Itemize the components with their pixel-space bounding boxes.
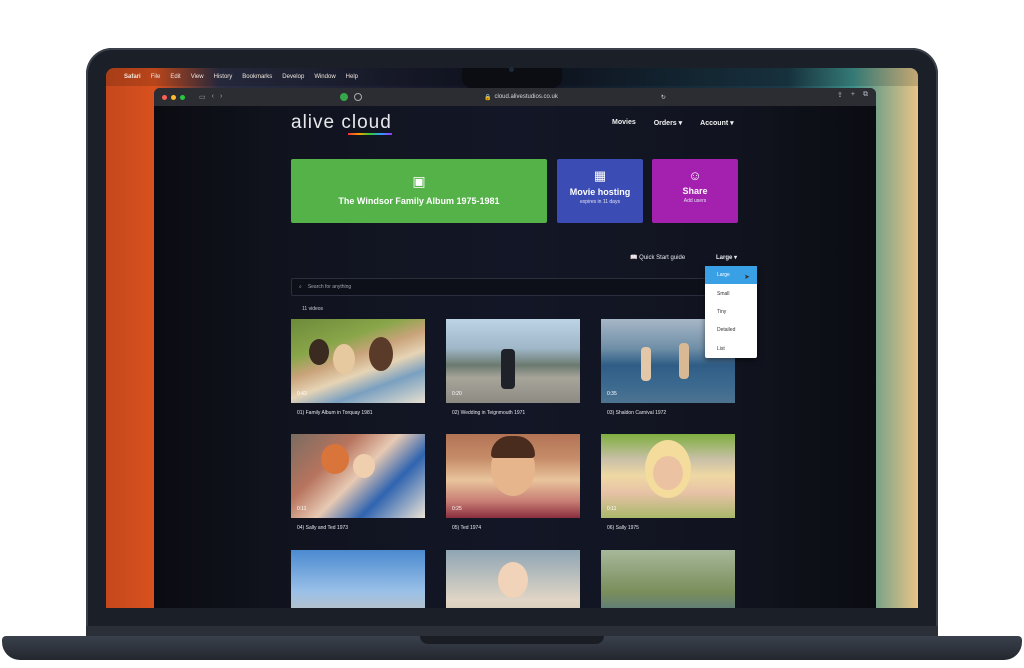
video-thumbnail[interactable]: [446, 550, 580, 608]
video-thumbnail[interactable]: [291, 550, 425, 608]
video-card[interactable]: [291, 550, 425, 608]
share-sub: Add users: [683, 198, 707, 204]
video-count: 11 videos: [302, 306, 324, 312]
video-title[interactable]: 05) Ted 1974: [446, 525, 580, 531]
laptop-groove: [420, 636, 604, 644]
video-card[interactable]: 0:11 04) Sally and Ted 1973: [291, 434, 425, 531]
video-title[interactable]: 04) Sally and Ted 1973: [291, 525, 425, 531]
video-duration: 0:35: [607, 391, 617, 397]
video-thumbnail[interactable]: 0:43: [291, 319, 425, 403]
video-thumbnail[interactable]: 0:25: [446, 434, 580, 518]
caret-down-icon: ▾: [678, 120, 683, 127]
share-icon[interactable]: ⇪: [837, 91, 843, 99]
movie-hosting-label: Movie hosting: [569, 187, 631, 197]
film-icon: ▣: [412, 173, 426, 189]
video-card[interactable]: [446, 550, 580, 608]
site-logo[interactable]: alive cloud: [291, 112, 392, 134]
lock-icon: 🔒: [484, 94, 492, 101]
video-thumbnail[interactable]: 0:11: [291, 434, 425, 518]
share-tile[interactable]: ☺ Share Add users: [652, 159, 738, 223]
dropdown-option-list[interactable]: List: [705, 340, 757, 358]
video-duration: 0:20: [452, 391, 462, 397]
web-page: alive cloud Movies Orders ▾ Account ▾ ▣ …: [154, 106, 876, 608]
video-card[interactable]: 0:20 02) Wedding in Teignmouth 1971: [446, 319, 580, 416]
menu-bookmarks[interactable]: Bookmarks: [242, 74, 272, 80]
video-duration: 0:25: [452, 506, 462, 512]
nav-orders[interactable]: Orders ▾: [654, 119, 682, 127]
browser-toolbar: ▭ ‹ › 🔒 cloud.alivestudios.co.uk ↻ ⇪ + ⧉: [154, 88, 876, 106]
nav-orders-label: Orders: [653, 120, 677, 127]
movie-hosting-expiry: expires in 11 days: [580, 199, 620, 205]
back-icon[interactable]: ‹: [212, 93, 214, 101]
menu-history[interactable]: History: [214, 74, 233, 80]
quick-start-link[interactable]: 📖 Quick Start guide: [630, 254, 685, 261]
video-card[interactable]: 0:11 06) Sally 1975: [601, 434, 735, 531]
quick-start-label: Quick Start guide: [639, 255, 686, 261]
menu-safari[interactable]: Safari: [124, 74, 141, 80]
video-title[interactable]: 02) Wedding in Teignmouth 1971: [446, 410, 580, 416]
privacy-icon[interactable]: [354, 93, 362, 101]
reload-icon[interactable]: ↻: [661, 94, 666, 101]
share-label: Share: [682, 186, 708, 196]
site-nav: Movies Orders ▾ Account ▾: [612, 119, 734, 127]
video-duration: 0:11: [607, 506, 617, 512]
nav-account-label: Account: [700, 120, 729, 127]
camera-icon: [509, 67, 514, 72]
book-icon: 📖: [630, 255, 638, 261]
caret-down-icon: ▾: [734, 255, 738, 261]
video-thumbnail[interactable]: 0:11: [601, 434, 735, 518]
video-thumbnail[interactable]: [601, 550, 735, 608]
menu-window[interactable]: Window: [314, 74, 335, 80]
forward-icon[interactable]: ›: [220, 93, 222, 101]
nav-account[interactable]: Account ▾: [700, 119, 733, 127]
view-size-value: Large: [716, 255, 733, 261]
search-input[interactable]: ⌕ Search for anything: [291, 278, 708, 296]
url-text: cloud.alivestudios.co.uk: [494, 94, 558, 100]
address-bar[interactable]: 🔒 cloud.alivestudios.co.uk ↻: [484, 92, 666, 102]
laptop-screen: Safari File Edit View History Bookmarks …: [106, 68, 918, 608]
album-tile[interactable]: ▣ The Windsor Family Album 1975-1981: [291, 159, 547, 223]
sidebar-toggle-icon[interactable]: ▭: [199, 93, 206, 101]
zoom-window-button[interactable]: [180, 94, 185, 100]
menu-file[interactable]: File: [151, 74, 161, 80]
movie-hosting-tile[interactable]: ▦ Movie hosting expires in 11 days: [557, 159, 643, 223]
video-thumbnail[interactable]: 0:20: [446, 319, 580, 403]
search-placeholder: Search for anything: [307, 284, 352, 290]
video-card[interactable]: 0:25 05) Ted 1974: [446, 434, 580, 531]
search-icon: ⌕: [299, 284, 302, 290]
menu-develop[interactable]: Develop: [282, 74, 304, 80]
tab-overview-icon[interactable]: ⧉: [863, 91, 868, 99]
nav-movies[interactable]: Movies: [612, 119, 636, 127]
video-title[interactable]: 03) Shaldon Carnival 1972: [601, 410, 735, 416]
logo-underline: [348, 133, 392, 135]
view-size-select[interactable]: Large ▾: [716, 254, 737, 261]
video-title[interactable]: 06) Sally 1975: [601, 525, 735, 531]
mouse-cursor-icon: ➤: [744, 274, 750, 281]
menu-edit[interactable]: Edit: [170, 74, 180, 80]
dropdown-option-detailed[interactable]: Detailed: [705, 321, 757, 339]
close-window-button[interactable]: [162, 94, 167, 100]
video-card[interactable]: [601, 550, 735, 608]
dropdown-option-small[interactable]: Small: [705, 284, 757, 302]
dropdown-option-tiny[interactable]: Tiny: [705, 303, 757, 321]
new-tab-icon[interactable]: +: [851, 91, 855, 99]
safari-window: ▭ ‹ › 🔒 cloud.alivestudios.co.uk ↻ ⇪ + ⧉: [154, 88, 876, 608]
minimize-window-button[interactable]: [171, 94, 176, 100]
extension-icon[interactable]: [340, 93, 348, 101]
laptop-scene: Safari File Edit View History Bookmarks …: [0, 0, 1024, 668]
menu-help[interactable]: Help: [346, 74, 358, 80]
album-title: The Windsor Family Album 1975-1981: [338, 196, 500, 206]
smiley-icon: ☺: [688, 168, 702, 183]
caret-down-icon: ▾: [730, 120, 734, 127]
video-title[interactable]: 01) Family Album in Torquay 1981: [291, 410, 425, 416]
calendar-icon: ▦: [593, 168, 607, 183]
video-duration: 0:11: [297, 506, 307, 512]
video-duration: 0:43: [297, 391, 307, 397]
video-card[interactable]: 0:43 01) Family Album in Torquay 1981: [291, 319, 425, 416]
menu-view[interactable]: View: [191, 74, 204, 80]
